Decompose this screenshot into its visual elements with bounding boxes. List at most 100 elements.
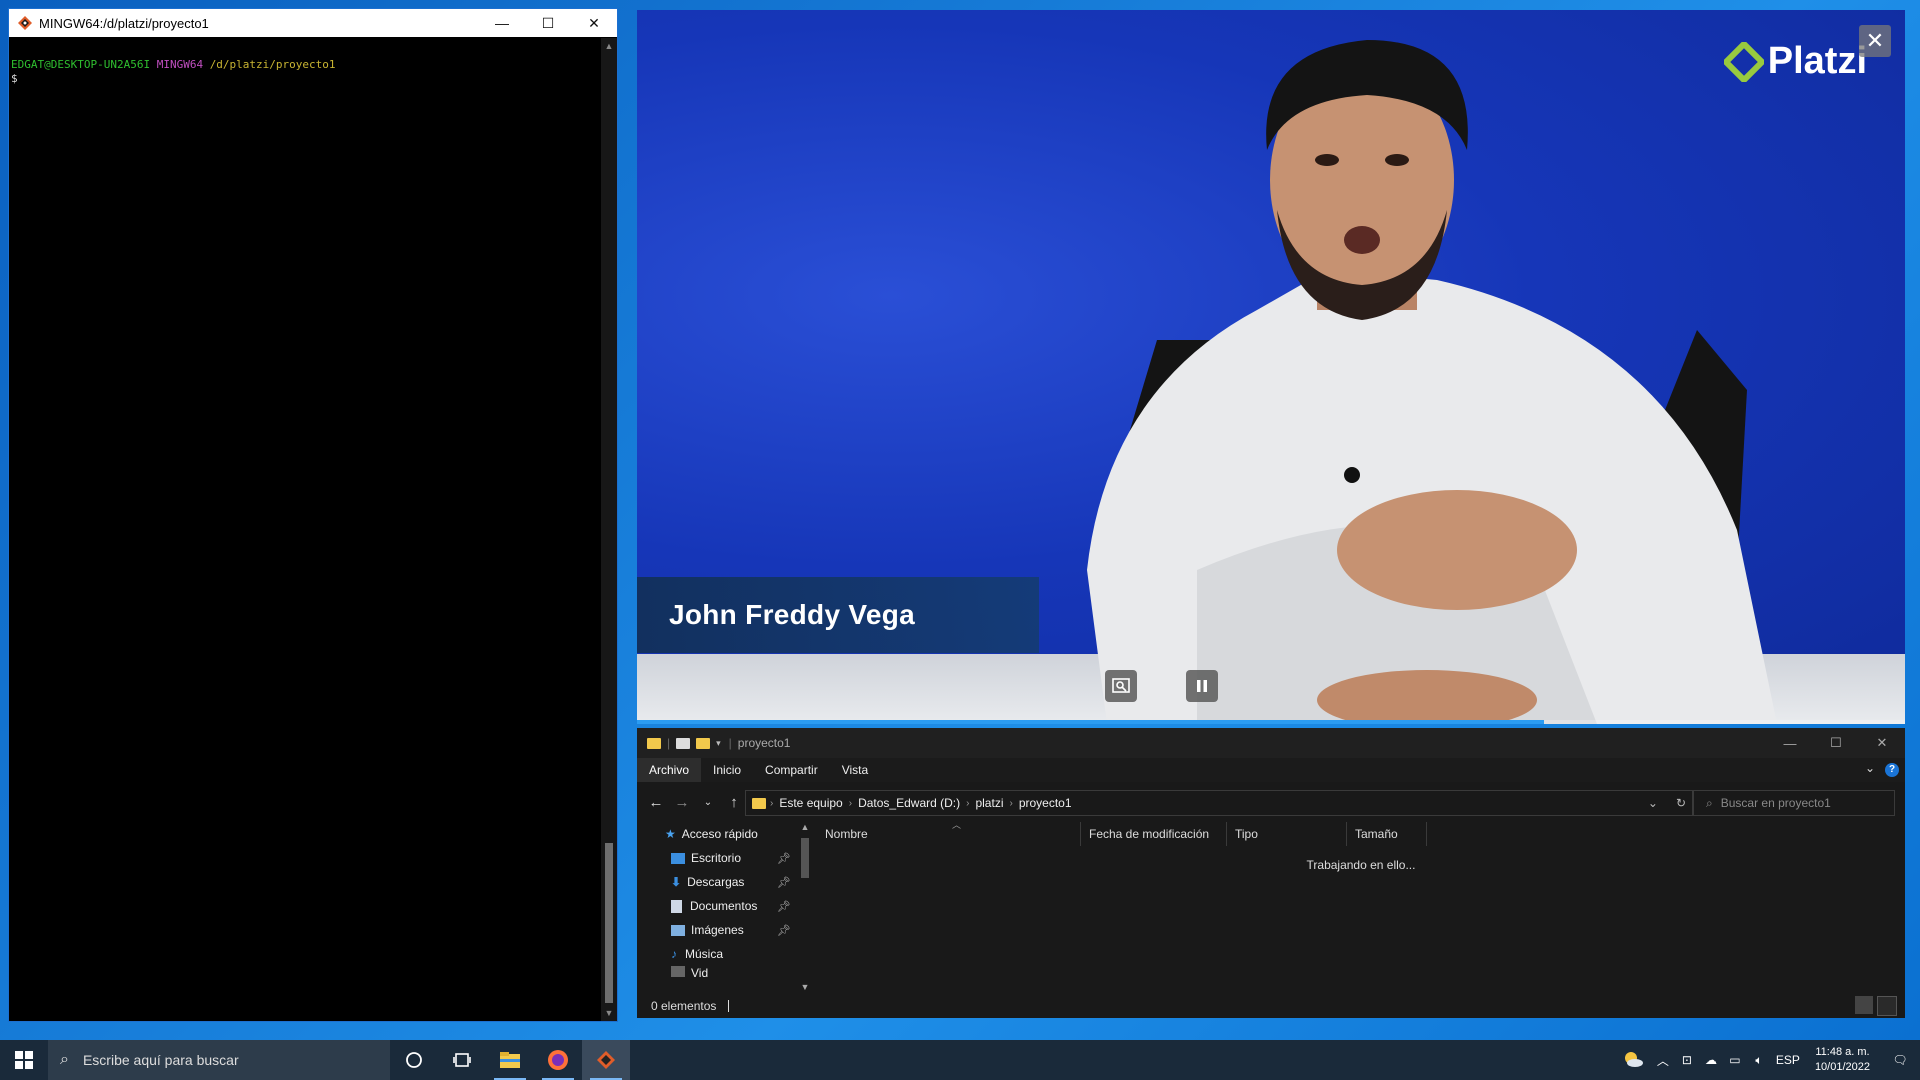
properties-icon[interactable]	[676, 737, 691, 749]
file-list[interactable]: ︿ Nombre Fecha de modificación Tipo Tama…	[817, 820, 1905, 992]
navigation-pane-scrollbar[interactable]: ▲ ▼	[797, 822, 813, 992]
volume-icon[interactable]: 🔈︎	[1747, 1053, 1771, 1068]
navigation-bar: ← → ⌄ ↑ › Este equipo › Datos_Edward (D:…	[637, 782, 1905, 822]
customize-toolbar-icon[interactable]: ▾	[716, 738, 721, 749]
clock[interactable]: 11:48 a. m. 10/01/2022	[1815, 1045, 1870, 1075]
forward-arrow-icon[interactable]: →	[669, 794, 695, 811]
details-view-icon[interactable]	[1855, 996, 1873, 1014]
terminal-window[interactable]: MINGW64:/d/platzi/proyecto1 — ☐ ✕ EDGAT@…	[8, 8, 618, 1022]
explorer-close-button[interactable]: ✕	[1859, 728, 1905, 758]
column-nombre[interactable]: Nombre	[817, 822, 1081, 846]
terminal-scrollbar[interactable]: ▲ ▼	[601, 38, 617, 1021]
search-box[interactable]: ⌕ Buscar en proyecto1	[1693, 790, 1895, 816]
weather-icon[interactable]	[1615, 1050, 1651, 1071]
breadcrumb-platzi[interactable]: platzi	[969, 796, 1009, 810]
prompt-line: EDGAT@DESKTOP-UN2A56I MINGW64 /d/platzi/…	[11, 58, 599, 72]
nav-item-videos[interactable]: Vid	[637, 966, 813, 978]
pin-icon[interactable]: 📌︎	[777, 924, 791, 937]
address-bar[interactable]: › Este equipo › Datos_Edward (D:) › plat…	[745, 790, 1693, 816]
expand-ribbon-chevron-icon[interactable]: ⌄	[1865, 761, 1875, 775]
tab-inicio[interactable]: Inicio	[701, 758, 753, 782]
navigation-pane: ★ Acceso rápido Escritorio 📌︎ ⬇ Descarga…	[637, 822, 813, 992]
breadcrumb-proyecto1[interactable]: proyecto1	[1013, 796, 1078, 810]
taskbar-search-box[interactable]: ⌕ Escribe aquí para buscar	[48, 1040, 390, 1080]
terminal-output[interactable]: EDGAT@DESKTOP-UN2A56I MINGW64 /d/platzi/…	[9, 38, 601, 1021]
pause-button[interactable]	[1186, 670, 1218, 702]
explorer-maximize-button[interactable]: ☐	[1813, 728, 1859, 758]
address-folder-icon	[752, 797, 766, 809]
prompt-symbol: $	[11, 72, 18, 85]
onedrive-cloud-icon[interactable]: ☁	[1699, 1053, 1723, 1067]
pin-icon[interactable]: 📌︎	[777, 852, 791, 865]
system-tray: ︿ ⊡ ☁ ▭ 🔈︎ ESP 11:48 a. m. 10/01/2022 🗨︎	[1615, 1040, 1920, 1080]
terminal-titlebar[interactable]: MINGW64:/d/platzi/proyecto1 — ☐ ✕	[9, 9, 617, 37]
nav-item-musica[interactable]: ♪ Música	[637, 942, 813, 966]
nav-item-imagenes[interactable]: Imágenes 📌︎	[637, 918, 813, 942]
tab-compartir[interactable]: Compartir	[753, 758, 830, 782]
cortana-button[interactable]	[390, 1040, 438, 1080]
nav-item-label: Acceso rápido	[681, 827, 758, 841]
nav-item-label: Documentos	[690, 899, 758, 913]
scroll-down-arrow-icon[interactable]: ▼	[601, 1005, 617, 1021]
network-icon[interactable]: ▭	[1723, 1053, 1747, 1067]
breadcrumb-datos-edward[interactable]: Datos_Edward (D:)	[852, 796, 966, 810]
pin-icon[interactable]: 📌︎	[777, 900, 791, 913]
input-language[interactable]: ESP	[1771, 1053, 1805, 1067]
git-bash-taskbar-button[interactable]	[582, 1040, 630, 1080]
meet-now-icon[interactable]: ⊡	[1675, 1053, 1699, 1067]
nav-item-escritorio[interactable]: Escritorio 📌︎	[637, 846, 813, 870]
file-explorer-window[interactable]: | ▾ | proyecto1 — ☐ ✕ Archivo Inicio Com…	[637, 728, 1905, 1018]
tab-vista[interactable]: Vista	[830, 758, 880, 782]
file-explorer-taskbar-button[interactable]	[486, 1040, 534, 1080]
search-placeholder: Buscar en proyecto1	[1720, 796, 1831, 810]
scrollbar-thumb[interactable]	[801, 838, 809, 878]
close-video-button[interactable]: ✕	[1859, 25, 1891, 57]
show-hidden-icons-chevron-icon[interactable]: ︿	[1651, 1052, 1675, 1069]
column-tipo[interactable]: Tipo	[1227, 822, 1347, 846]
notifications-icon[interactable]: 🗨︎	[1880, 1053, 1920, 1067]
status-divider	[728, 1000, 730, 1012]
file-explorer-icon	[500, 1052, 520, 1068]
help-icon[interactable]: ?	[1885, 763, 1899, 777]
maximize-button[interactable]: ☐	[525, 9, 571, 37]
scroll-up-arrow-icon[interactable]: ▲	[797, 822, 813, 832]
search-icon: ⌕	[1706, 795, 1713, 810]
scroll-up-arrow-icon[interactable]: ▲	[601, 38, 617, 54]
clock-date: 10/01/2022	[1814, 1061, 1870, 1073]
documents-icon	[671, 899, 682, 913]
platzi-logo-icon	[1723, 41, 1764, 82]
pin-icon[interactable]: 📌︎	[777, 876, 791, 889]
prompt-user: EDGAT@DESKTOP-UN2A56I	[11, 58, 151, 71]
explorer-minimize-button[interactable]: —	[1767, 728, 1813, 758]
screen-zoom-icon	[1112, 678, 1130, 693]
address-history-chevron-icon[interactable]: ⌄	[1648, 796, 1658, 810]
back-arrow-icon[interactable]: ←	[643, 794, 669, 811]
nav-item-acceso-rapido[interactable]: ★ Acceso rápido	[637, 822, 813, 846]
large-icons-view-icon[interactable]	[1877, 996, 1897, 1016]
scroll-down-arrow-icon[interactable]: ▼	[797, 982, 813, 992]
picture-in-picture-button[interactable]	[1105, 670, 1137, 702]
video-player[interactable]: Platzi ✕ John Freddy Vega	[637, 10, 1905, 724]
tab-archivo[interactable]: Archivo	[637, 758, 702, 782]
firefox-taskbar-button[interactable]	[534, 1040, 582, 1080]
nav-item-documentos[interactable]: Documentos 📌︎	[637, 894, 813, 918]
new-folder-icon[interactable]	[696, 737, 711, 749]
column-fecha[interactable]: Fecha de modificación	[1081, 822, 1227, 846]
task-view-button[interactable]	[438, 1040, 486, 1080]
title-divider: |	[728, 736, 732, 750]
start-button[interactable]	[0, 1040, 48, 1080]
explorer-titlebar[interactable]: | ▾ | proyecto1 — ☐ ✕	[637, 728, 1905, 758]
minimize-button[interactable]: —	[479, 9, 525, 37]
nav-item-descargas[interactable]: ⬇ Descargas 📌︎	[637, 870, 813, 894]
star-icon: ★	[665, 827, 676, 841]
column-tamano[interactable]: Tamaño	[1347, 822, 1427, 846]
up-arrow-icon[interactable]: ↑	[721, 794, 747, 811]
music-icon: ♪	[671, 947, 677, 961]
nav-item-label: Vid	[691, 966, 709, 978]
close-button[interactable]: ✕	[571, 9, 617, 37]
refresh-icon[interactable]: ↻	[1676, 796, 1686, 810]
breadcrumb-este-equipo[interactable]: Este equipo	[773, 796, 848, 810]
column-headers: ︿ Nombre Fecha de modificación Tipo Tama…	[817, 820, 1905, 846]
scrollbar-thumb[interactable]	[605, 843, 613, 1003]
recent-locations-chevron-icon[interactable]: ⌄	[695, 797, 721, 808]
